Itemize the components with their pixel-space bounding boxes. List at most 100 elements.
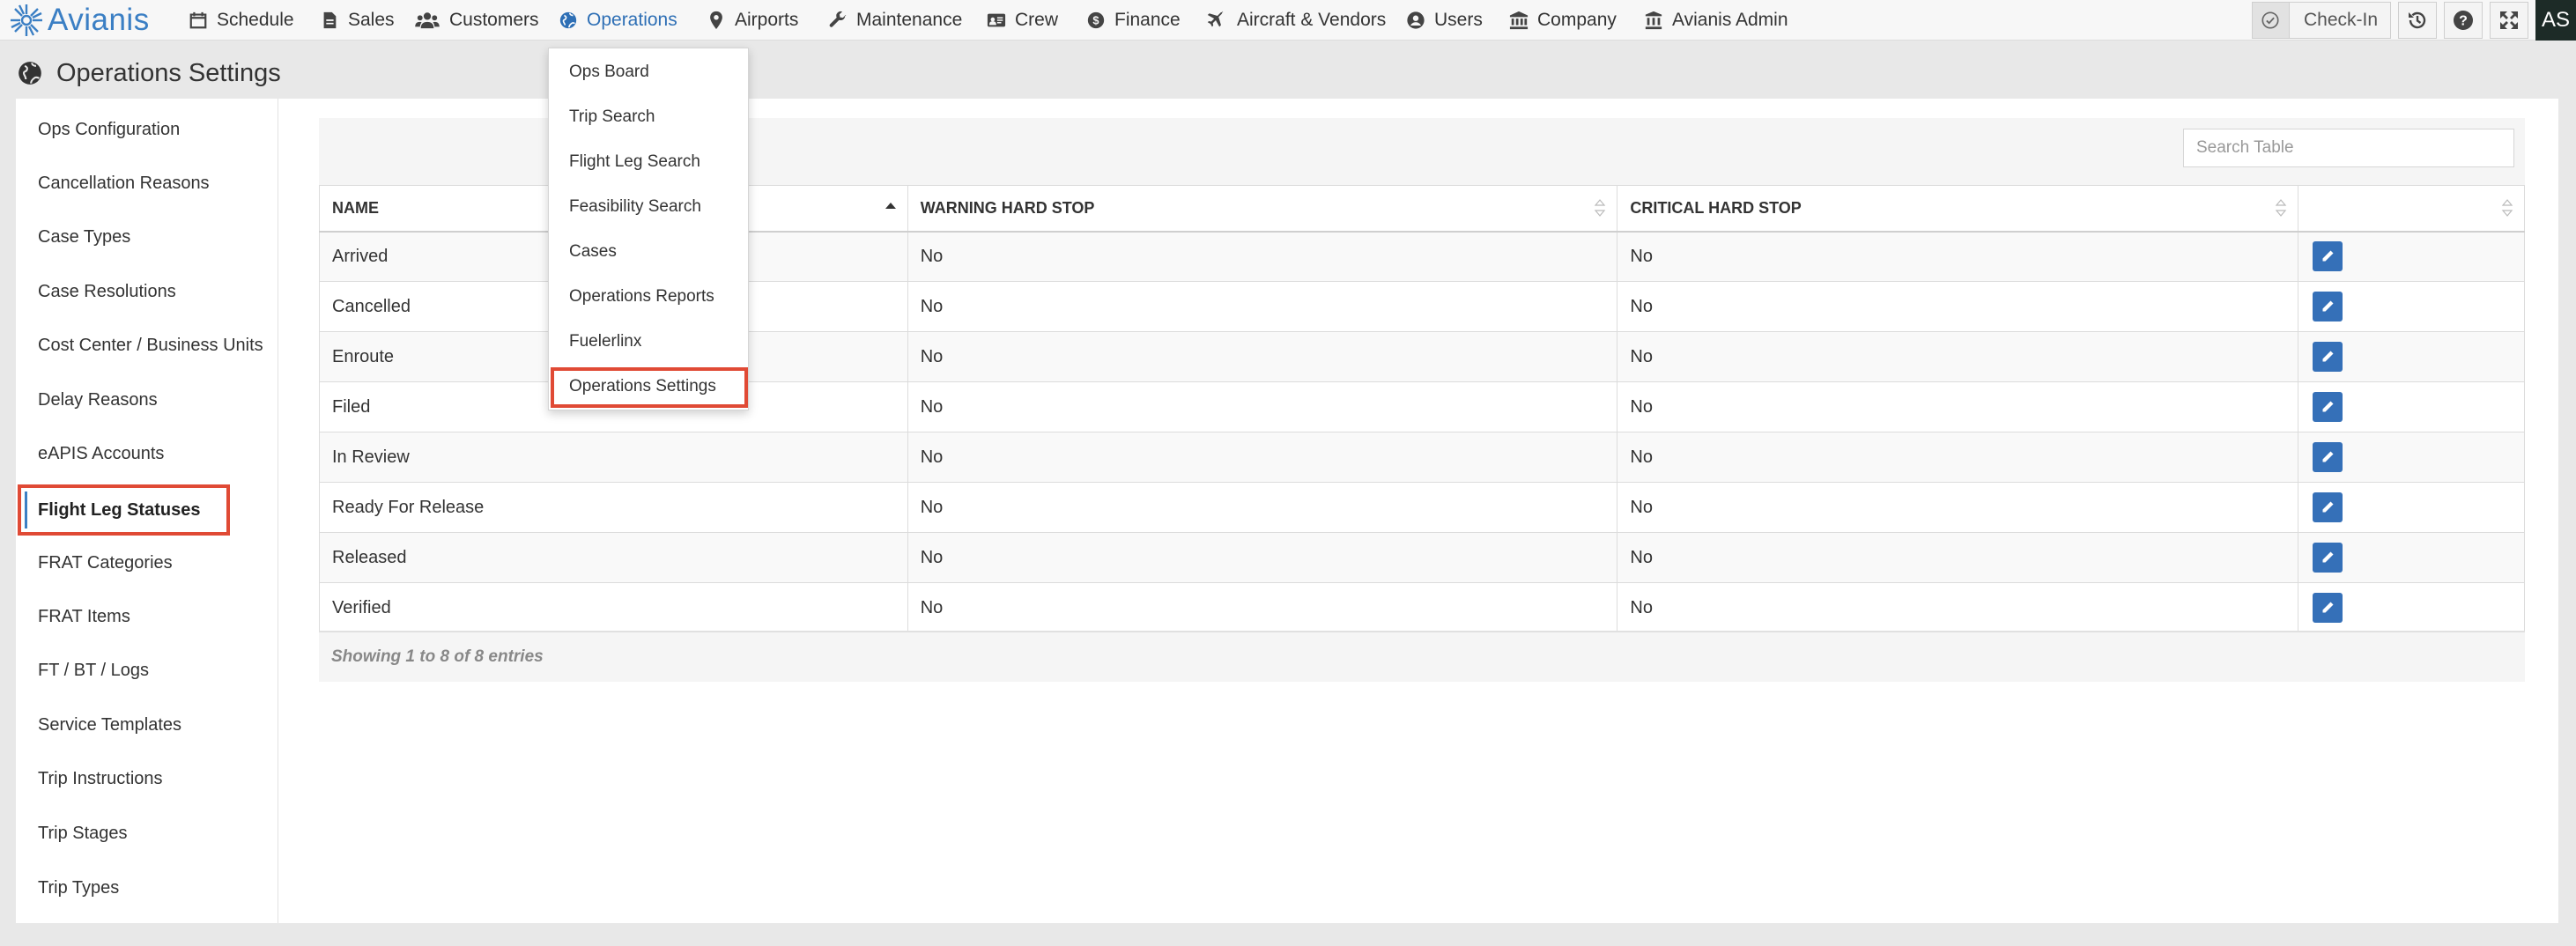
sidebar-item-cost-center[interactable]: Cost Center / Business Units: [16, 320, 278, 371]
nav-finance[interactable]: $ Finance: [1086, 0, 1181, 41]
nav-maintenance[interactable]: Maintenance: [828, 0, 962, 41]
menu-item-cases[interactable]: Cases: [549, 229, 748, 274]
edit-button[interactable]: [2313, 442, 2343, 472]
sidebar-item-cancellation-reasons[interactable]: Cancellation Reasons: [16, 158, 278, 209]
sidebar-item-trip-stages[interactable]: Trip Stages: [16, 808, 278, 859]
nav-label: Avianis Admin: [1672, 10, 1788, 30]
menu-item-operations-settings[interactable]: Operations Settings: [549, 364, 748, 409]
nav-company[interactable]: Company: [1509, 0, 1617, 41]
cell-warning: No: [907, 432, 1618, 483]
menu-item-ops-board[interactable]: Ops Board: [549, 49, 748, 94]
sidebar-item-case-types[interactable]: Case Types: [16, 211, 278, 262]
calendar-icon: [189, 11, 208, 30]
menu-item-operations-reports[interactable]: Operations Reports: [549, 274, 748, 319]
sort-icon: [1595, 199, 1606, 218]
edit-button[interactable]: [2313, 543, 2343, 573]
pencil-icon: [2322, 451, 2334, 462]
nav-label: Company: [1537, 10, 1617, 30]
menu-item-flight-leg-search[interactable]: Flight Leg Search: [549, 139, 748, 184]
table-row: Ready For Release No No: [319, 482, 2525, 533]
menu-item-trip-search[interactable]: Trip Search: [549, 94, 748, 139]
help-icon: ?: [2454, 11, 2473, 30]
sidebar-item-eapis-accounts[interactable]: eAPIS Accounts: [16, 428, 278, 479]
brand-name: Avianis: [48, 3, 150, 37]
search-table-input[interactable]: [2183, 129, 2514, 167]
cell-actions: [2298, 331, 2525, 382]
check-in-label: Check-In: [2289, 3, 2390, 38]
cell-critical: No: [1617, 432, 2299, 483]
help-button[interactable]: ?: [2444, 2, 2483, 39]
sort-ascending-icon: [885, 203, 896, 210]
cell-warning: No: [907, 281, 1618, 332]
cell-actions: [2298, 281, 2525, 332]
cell-name: Verified: [319, 582, 908, 633]
dollar-icon: $: [1086, 11, 1106, 30]
sort-icon: [2501, 199, 2513, 218]
sidebar-item-trip-types[interactable]: Trip Types: [16, 862, 278, 913]
file-icon: [320, 11, 339, 30]
cell-critical: No: [1617, 482, 2299, 533]
menu-item-fuelerlinx[interactable]: Fuelerlinx: [549, 319, 748, 364]
nav-label: Finance: [1114, 10, 1181, 30]
nav-label: Sales: [348, 10, 395, 30]
table-row: In Review No No: [319, 432, 2525, 483]
nav-label: Aircraft & Vendors: [1237, 10, 1387, 30]
sidebar-item-case-resolutions[interactable]: Case Resolutions: [16, 266, 278, 317]
cell-actions: [2298, 482, 2525, 533]
edit-button[interactable]: [2313, 342, 2343, 372]
nav-sales[interactable]: Sales: [320, 0, 395, 41]
sidebar-item-trip-instructions[interactable]: Trip Instructions: [16, 753, 278, 804]
top-navbar: Avianis Schedule Sales Customers Operati…: [0, 0, 2576, 41]
cell-actions: [2298, 381, 2525, 432]
edit-button[interactable]: [2313, 241, 2343, 272]
fullscreen-button[interactable]: [2490, 2, 2528, 39]
user-circle-icon: [1406, 11, 1425, 30]
svg-text:$: $: [1092, 14, 1099, 27]
column-header-actions[interactable]: [2298, 185, 2525, 233]
edit-button[interactable]: [2313, 392, 2343, 422]
cell-critical: No: [1617, 231, 2299, 282]
nav-customers[interactable]: Customers: [414, 0, 539, 41]
svg-text:?: ?: [2459, 14, 2468, 29]
map-pin-icon: [707, 11, 726, 30]
column-header-critical-hard-stop[interactable]: CRITICAL HARD STOP: [1617, 185, 2299, 233]
cell-critical: No: [1617, 281, 2299, 332]
history-button[interactable]: [2398, 2, 2437, 39]
cell-name: Released: [319, 532, 908, 583]
sidebar-item-frat-categories[interactable]: FRAT Categories: [16, 537, 278, 588]
cell-warning: No: [907, 381, 1618, 432]
globe-icon: [559, 11, 578, 30]
history-icon: [2409, 11, 2426, 29]
brand-logo[interactable]: Avianis: [9, 0, 150, 41]
nav-avianis-admin[interactable]: Avianis Admin: [1644, 0, 1788, 41]
right-toolbar: Check-In ? AS: [2251, 0, 2576, 41]
expand-icon: [2500, 11, 2518, 29]
nav-schedule[interactable]: Schedule: [189, 0, 294, 41]
cell-critical: No: [1617, 582, 2299, 633]
check-in-button[interactable]: Check-In: [2251, 2, 2391, 39]
sidebar-item-ft-bt-logs[interactable]: FT / BT / Logs: [16, 645, 278, 696]
wrench-icon: [828, 11, 848, 30]
nav-label: Operations: [587, 10, 677, 30]
cell-actions: [2298, 231, 2525, 282]
nav-users[interactable]: Users: [1406, 0, 1483, 41]
sidebar-item-delay-reasons[interactable]: Delay Reasons: [16, 374, 278, 425]
edit-button[interactable]: [2313, 492, 2343, 522]
nav-operations[interactable]: Operations: [559, 0, 677, 41]
column-header-warning-hard-stop[interactable]: WARNING HARD STOP: [907, 185, 1618, 233]
sidebar-item-flight-leg-statuses[interactable]: Flight Leg Statuses: [16, 484, 278, 536]
settings-sidebar: Ops Configuration Cancellation Reasons C…: [16, 99, 278, 923]
edit-button[interactable]: [2313, 593, 2343, 623]
nav-aircraft-vendors[interactable]: Aircraft & Vendors: [1203, 0, 1386, 41]
menu-item-feasibility-search[interactable]: Feasibility Search: [549, 184, 748, 229]
pencil-icon: [2322, 401, 2334, 412]
edit-button[interactable]: [2313, 292, 2343, 321]
sidebar-item-ops-configuration[interactable]: Ops Configuration: [16, 104, 278, 155]
cell-critical: No: [1617, 331, 2299, 382]
user-avatar[interactable]: AS: [2535, 0, 2576, 41]
sidebar-item-frat-items[interactable]: FRAT Items: [16, 591, 278, 642]
cell-critical: No: [1617, 532, 2299, 583]
nav-airports[interactable]: Airports: [707, 0, 798, 41]
nav-crew[interactable]: Crew: [987, 0, 1058, 41]
sidebar-item-service-templates[interactable]: Service Templates: [16, 699, 278, 750]
